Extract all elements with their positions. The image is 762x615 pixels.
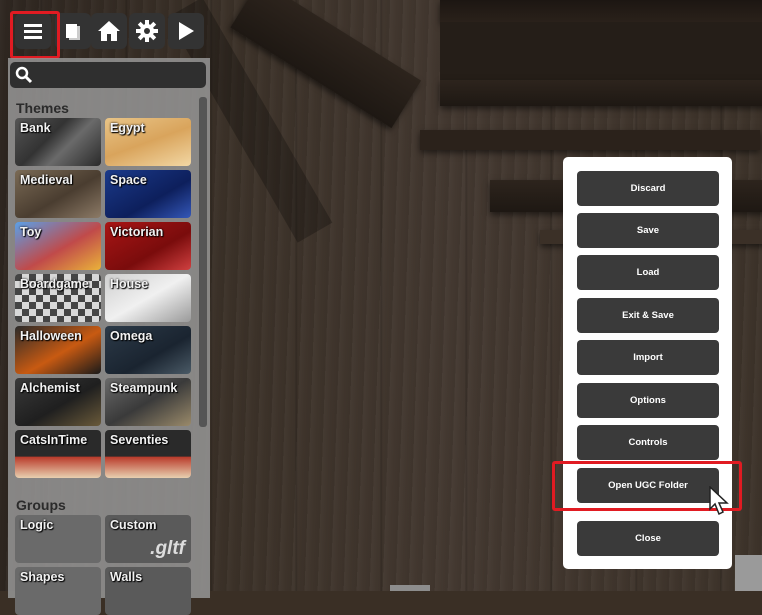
group-tile-logic[interactable]: Logic xyxy=(15,515,101,563)
theme-tile-boardgame[interactable]: Boardgame xyxy=(15,274,101,322)
group-tile-label: Custom xyxy=(110,518,157,532)
scene-ceiling-panel xyxy=(440,22,762,82)
home-icon xyxy=(97,20,121,42)
theme-tile-label: House xyxy=(110,277,149,291)
theme-tile-halloween[interactable]: Halloween xyxy=(15,326,101,374)
search-input[interactable] xyxy=(40,65,204,87)
theme-tile-label: Medieval xyxy=(20,173,73,187)
gear-icon xyxy=(135,19,159,43)
theme-tile-label: Halloween xyxy=(20,329,82,343)
play-button[interactable] xyxy=(168,13,204,49)
theme-tile-bank[interactable]: Bank xyxy=(15,118,101,166)
mouse-cursor-icon xyxy=(708,485,730,521)
theme-tile-label: Boardgame xyxy=(20,277,89,291)
theme-tile-label: Seventies xyxy=(110,433,169,447)
theme-tile-toy[interactable]: Toy xyxy=(15,222,101,270)
play-icon xyxy=(177,21,195,41)
library-button[interactable] xyxy=(55,13,91,49)
exit-and-save-button[interactable]: Exit & Save xyxy=(577,298,719,333)
group-tile-shapes[interactable]: Shapes xyxy=(15,567,101,615)
theme-tile-label: Omega xyxy=(110,329,153,343)
settings-button[interactable] xyxy=(129,13,165,49)
theme-tile-label: CatsInTime xyxy=(20,433,88,447)
theme-tile-seventies[interactable]: Seventies xyxy=(105,430,191,478)
theme-tile-label: Bank xyxy=(20,121,51,135)
themes-heading: Themes xyxy=(16,100,69,116)
theme-tile-steampunk[interactable]: Steampunk xyxy=(105,378,191,426)
theme-tile-label: Victorian xyxy=(110,225,164,239)
book-icon xyxy=(63,21,83,41)
scene-cross-beam xyxy=(440,80,762,106)
group-tile-label: Walls xyxy=(110,570,143,584)
close-button[interactable]: Close xyxy=(577,521,719,556)
editor-toolbar xyxy=(8,8,210,59)
theme-tile-alchemist[interactable]: Alchemist xyxy=(15,378,101,426)
gltf-badge: .gltf xyxy=(150,538,185,559)
import-button[interactable]: Import xyxy=(577,340,719,375)
load-button[interactable]: Load xyxy=(577,255,719,290)
groups-heading: Groups xyxy=(16,497,66,513)
theme-tile-label: Space xyxy=(110,173,147,187)
theme-tile-label: Toy xyxy=(20,225,42,239)
scene-cross-beam xyxy=(420,130,760,150)
menu-button-highlight xyxy=(10,11,60,59)
scene-floor-block xyxy=(390,585,430,591)
save-button[interactable]: Save xyxy=(577,213,719,248)
theme-tile-label: Alchemist xyxy=(20,381,80,395)
group-tile-label: Logic xyxy=(20,518,54,532)
theme-tile-house[interactable]: House xyxy=(105,274,191,322)
theme-tile-medieval[interactable]: Medieval xyxy=(15,170,101,218)
search-icon xyxy=(15,66,33,89)
theme-tile-catsintime[interactable]: CatsInTime xyxy=(15,430,101,478)
controls-button[interactable]: Controls xyxy=(577,425,719,460)
group-tile-label: Shapes xyxy=(20,570,65,584)
group-tile-walls[interactable]: Walls xyxy=(105,567,191,615)
options-button[interactable]: Options xyxy=(577,383,719,418)
theme-tile-victorian[interactable]: Victorian xyxy=(105,222,191,270)
theme-tile-space[interactable]: Space xyxy=(105,170,191,218)
scene-ceiling-beam xyxy=(440,0,762,22)
theme-tile-omega[interactable]: Omega xyxy=(105,326,191,374)
theme-tile-label: Egypt xyxy=(110,121,145,135)
group-tile-custom[interactable]: Custom .gltf xyxy=(105,515,191,563)
asset-browser-panel: Themes Bank Egypt Medieval Space Toy Vic… xyxy=(8,58,210,615)
home-button[interactable] xyxy=(91,13,127,49)
theme-tile-label: Steampunk xyxy=(110,381,178,395)
theme-tile-egypt[interactable]: Egypt xyxy=(105,118,191,166)
search-bar xyxy=(10,62,206,88)
scene-floor-block xyxy=(735,555,762,591)
discard-button[interactable]: Discard xyxy=(577,171,719,206)
panel-scrollbar[interactable] xyxy=(199,97,207,427)
